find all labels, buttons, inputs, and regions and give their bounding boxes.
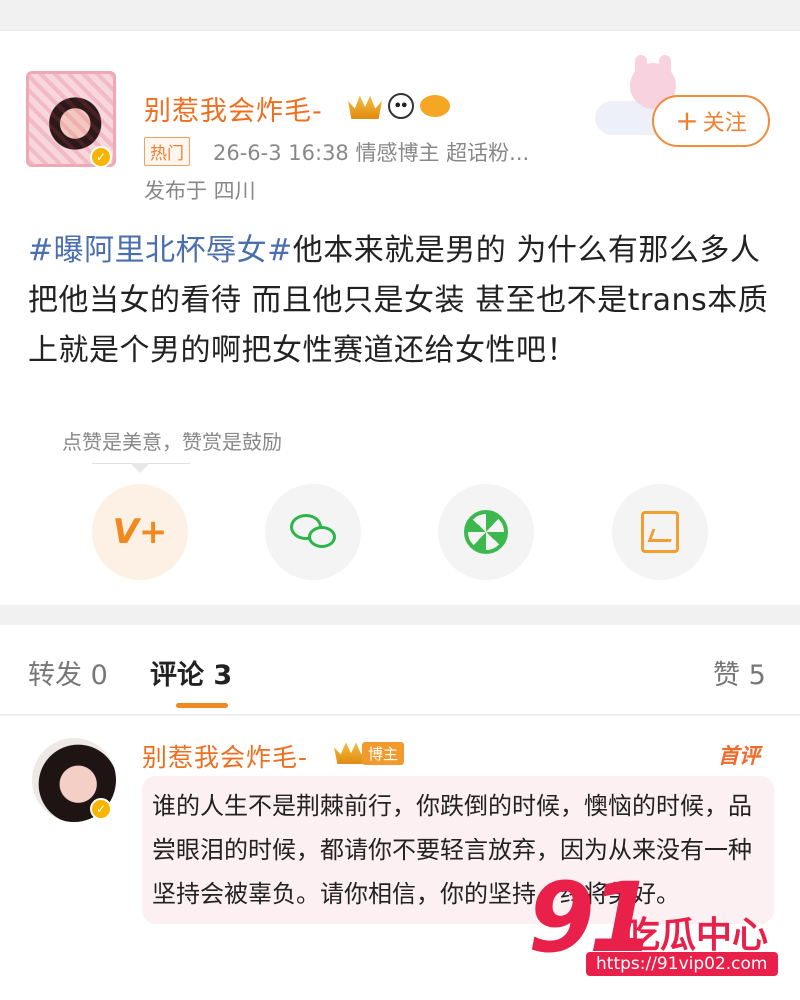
blogger-badge: 博主 — [362, 742, 405, 765]
comment-username[interactable]: 别惹我会炸毛- — [142, 738, 308, 774]
verified-icon: ✓ — [90, 146, 112, 168]
user-badges — [348, 93, 450, 119]
tab-indicator — [176, 703, 228, 708]
post-username[interactable]: 别惹我会炸毛- — [144, 89, 323, 128]
crown-icon — [348, 95, 382, 119]
reward-button[interactable]: V+ — [92, 484, 188, 580]
follow-label: 关注 — [702, 111, 747, 136]
tab-likes[interactable]: 赞 5 — [713, 653, 766, 692]
share-moments-button[interactable] — [438, 484, 534, 580]
moments-icon — [464, 510, 508, 554]
v-plus-icon: V+ — [112, 512, 168, 552]
top-spacer — [0, 0, 800, 30]
post-location: 发布于 四川 — [144, 179, 256, 203]
watermark-logo: 91 吃瓜中心 https://91vip02.com — [528, 870, 790, 990]
post-card: ✓ 别惹我会炸毛- 热门 26-6-3 16:38 情感博主 超话粉... 发布… — [0, 30, 800, 605]
reward-tip: 点赞是美意，赞赏是鼓励 — [62, 430, 282, 454]
tab-bar: 转发 0 评论 3 赞 5 — [0, 625, 800, 715]
tip-arrow-icon — [130, 463, 150, 473]
watermark-site: 吃瓜中心 — [624, 915, 769, 956]
share-wechat-button[interactable] — [265, 484, 361, 580]
post-meta: 26-6-3 16:38 情感博主 超话粉... — [213, 141, 530, 165]
first-comment-badge: 首评 — [718, 744, 760, 768]
tab-comments[interactable]: 评论 3 — [150, 653, 232, 692]
pufferfish-icon — [420, 95, 450, 117]
plus-icon: + — [675, 104, 699, 137]
hashtag-link[interactable]: #曝阿里北杯辱女# — [28, 233, 293, 268]
hot-badge: 热门 — [144, 137, 190, 166]
follow-button[interactable]: + 关注 — [652, 95, 770, 147]
panda-icon — [388, 93, 414, 119]
post-body: #曝阿里北杯辱女#他本来就是男的 为什么有那么多人把他当女的看待 而且他只是女装… — [28, 226, 776, 376]
wechat-icon — [290, 514, 336, 550]
album-icon — [641, 511, 679, 553]
watermark-url: https://91vip02.com — [586, 952, 778, 976]
post-avatar[interactable]: ✓ — [26, 71, 126, 181]
save-image-button[interactable] — [612, 484, 708, 580]
verified-icon: ✓ — [90, 798, 112, 820]
tab-repost[interactable]: 转发 0 — [28, 653, 108, 692]
